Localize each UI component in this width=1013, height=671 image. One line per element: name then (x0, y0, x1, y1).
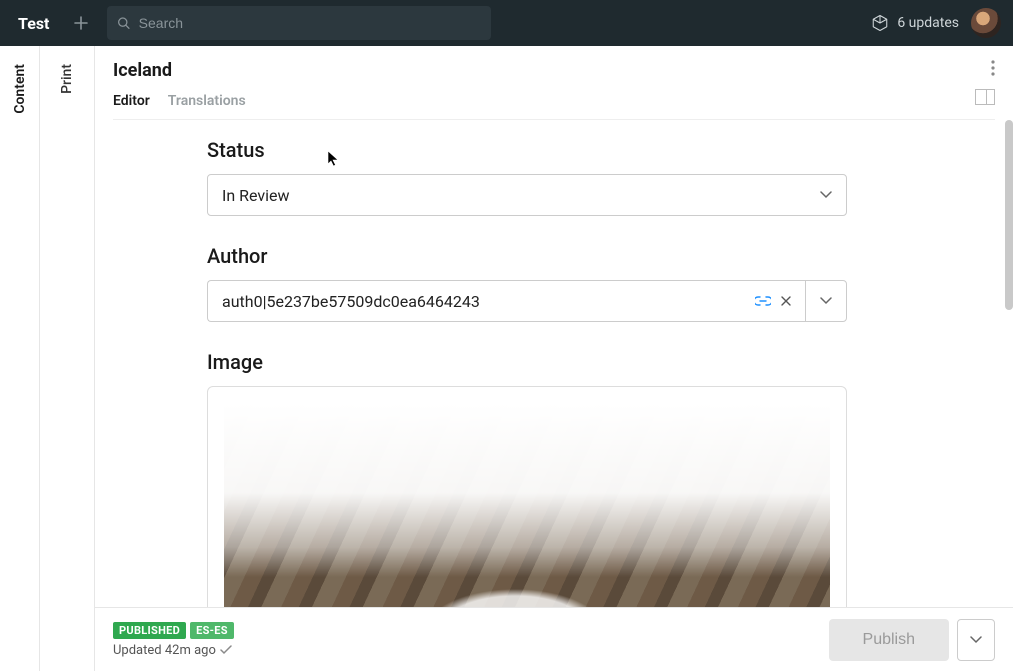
publish-dropdown-button[interactable] (957, 619, 995, 661)
search-field[interactable] (107, 6, 491, 40)
plus-icon (73, 15, 89, 31)
image-field[interactable] (207, 386, 847, 607)
status-value: In Review (222, 186, 290, 205)
tab-editor[interactable]: Editor (113, 93, 150, 119)
badge-published: PUBLISHED (113, 622, 186, 639)
scrollbar-thumb[interactable] (1005, 120, 1013, 310)
field-image: Image (207, 350, 847, 607)
document-footer: PUBLISHED ES-ES Updated 42m ago Publish (95, 607, 1013, 671)
status-select[interactable]: In Review (207, 174, 847, 216)
image-preview (224, 403, 830, 607)
check-icon (220, 645, 232, 655)
avatar[interactable] (971, 8, 1001, 38)
author-value: auth0|5e237be57509dc0ea6464243 (222, 292, 745, 311)
form-scroll[interactable]: Status In Review Author auth0|5e237be575… (95, 120, 1013, 607)
clear-author-button[interactable] (781, 296, 791, 306)
field-status: Status In Review (207, 138, 847, 216)
updates-button[interactable]: 6 updates (871, 14, 959, 32)
more-menu-button[interactable] (991, 60, 995, 76)
chevron-down-icon (820, 297, 832, 305)
add-button[interactable] (67, 9, 95, 37)
side-panel-toggle[interactable] (975, 89, 995, 105)
page-title: Iceland (113, 60, 995, 81)
brand-name[interactable]: Test (12, 14, 55, 33)
updates-text: 6 updates (897, 15, 959, 31)
main-panel: Iceland Editor Translations Status In Re… (95, 46, 1013, 671)
tab-bar: Editor Translations (113, 93, 995, 120)
badge-locale: ES-ES (190, 622, 234, 639)
author-reference[interactable]: auth0|5e237be57509dc0ea6464243 (207, 280, 805, 322)
author-dropdown-button[interactable] (805, 280, 847, 322)
link-icon[interactable] (755, 296, 771, 306)
primary-rail: Content (0, 46, 40, 671)
top-bar: Test 6 updates (0, 0, 1013, 46)
tab-translations[interactable]: Translations (168, 93, 246, 119)
kebab-icon (991, 60, 995, 76)
close-icon (781, 296, 791, 306)
publish-button[interactable]: Publish (829, 619, 949, 661)
rail-content[interactable]: Content (12, 64, 28, 114)
status-badges: PUBLISHED ES-ES (113, 622, 234, 639)
chevron-down-icon (970, 636, 982, 644)
author-label: Author (207, 244, 847, 268)
status-label: Status (207, 138, 847, 162)
secondary-rail: Print (40, 46, 95, 671)
search-input[interactable] (139, 15, 482, 31)
field-author: Author auth0|5e237be57509dc0ea6464243 (207, 244, 847, 322)
image-label: Image (207, 350, 847, 374)
updated-text: Updated 42m ago (113, 643, 234, 658)
package-icon (871, 14, 889, 32)
document-header: Iceland Editor Translations (95, 46, 1013, 120)
rail-print[interactable]: Print (59, 64, 75, 94)
chevron-down-icon (820, 191, 832, 199)
search-icon (117, 16, 130, 30)
